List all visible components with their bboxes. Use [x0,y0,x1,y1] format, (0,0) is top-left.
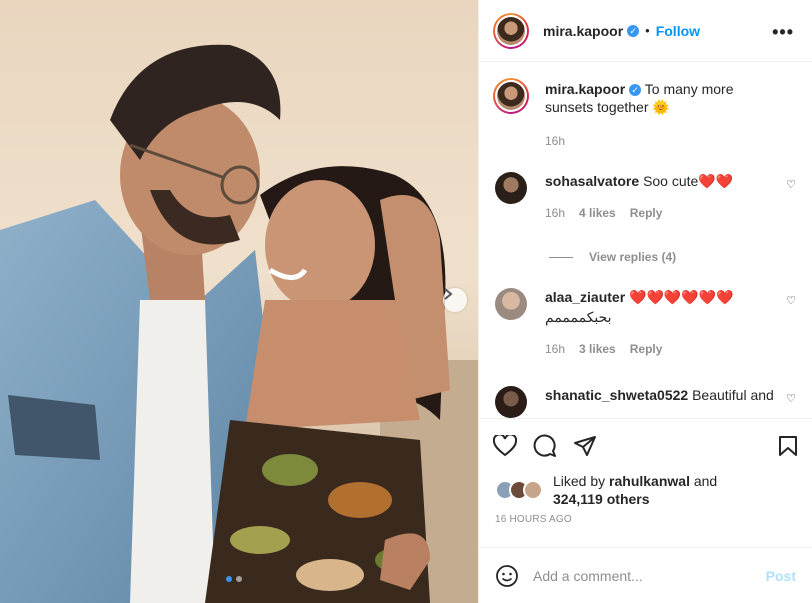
carousel-dot-active [226,576,232,582]
comment-username[interactable]: alaa_ziauter [545,289,625,305]
like-comment-heart-icon[interactable]: ♡ [786,392,796,405]
comment-likes[interactable]: 3 likes [579,340,616,358]
heart-emojis: ❤️❤️ [698,173,734,189]
commenter-avatar[interactable] [495,288,527,320]
comment-item: alaa_ziauter ❤️❤️❤️❤️❤️❤️ بحبكممممم 16h … [495,288,796,358]
bookmark-icon[interactable] [778,435,798,457]
share-paper-plane-icon[interactable] [573,435,597,457]
heart-emojis: ❤️❤️❤️❤️❤️❤️ [629,289,734,305]
commenter-avatar[interactable] [495,172,527,204]
add-comment-bar: Add a comment... Post [479,547,812,603]
comment-time: 16h [545,206,566,220]
comment-text: Soo cute [643,173,699,189]
caption-username[interactable]: mira.kapoor [545,81,625,97]
comment-likes[interactable]: 4 likes [579,204,616,222]
reply-button[interactable]: Reply [630,204,663,222]
carousel-dots [226,576,242,582]
view-replies-label: View replies (4) [589,250,677,264]
liked-by-row[interactable]: Liked by rahulkanwal and 324,119 others [479,472,812,508]
comment-item: sohasalvatore Soo cute❤️❤️ 16h 4 likes R… [495,172,796,222]
verified-badge-icon: ✓ [629,84,642,97]
like-comment-heart-icon[interactable]: ♡ [786,294,796,307]
like-heart-icon[interactable] [493,434,517,457]
comment-username[interactable]: shanatic_shweta0522 [545,387,688,403]
liked-by-user[interactable]: rahulkanwal [609,473,690,489]
post-timestamp[interactable]: 16 HOURS AGO [479,514,812,525]
author-avatar[interactable] [493,12,529,49]
post-photo[interactable] [0,0,478,603]
next-slide-button[interactable] [443,288,467,312]
liked-by-and: and [693,473,718,489]
commenter-avatar[interactable] [495,386,527,418]
comment-time: 16h [545,342,566,356]
comment-text: بحبكممممم [545,309,612,325]
carousel-dot [236,576,242,582]
caption-row: mira.kapoor ✓ To many more sunsets togeth… [493,78,796,150]
like-comment-heart-icon[interactable]: ♡ [786,178,796,191]
couple-photo-illustration [0,0,478,603]
liker-avatar [523,480,543,500]
caption-author-avatar[interactable] [493,78,529,114]
comments-list[interactable]: mira.kapoor ✓ To many more sunsets togeth… [479,62,812,418]
post-header: mira.kapoor ✓ • Follow ••• [479,0,812,62]
verified-badge-icon: ✓ [627,24,640,37]
more-options-icon[interactable]: ••• [772,22,794,43]
separator-dot: • [645,23,650,38]
view-replies-button[interactable]: View replies (4) [549,250,796,264]
author-username[interactable]: mira.kapoor [543,23,623,39]
caption-time: 16h [545,134,566,148]
replies-line [549,256,573,258]
comment-username[interactable]: sohasalvatore [545,173,639,189]
comment-item: shanatic_shweta0522 Beautiful and ♡ [495,386,796,418]
reply-button[interactable]: Reply [630,340,663,358]
follow-button[interactable]: Follow [656,23,700,39]
comment-text: Beautiful and [692,387,774,403]
liker-avatars [495,480,543,500]
action-bar [479,418,812,472]
chevron-right-icon [444,288,453,300]
liked-by-prefix: Liked by [553,473,606,489]
post-comment-button[interactable]: Post [766,568,796,584]
sun-emoji: 🌞 [652,99,670,115]
emoji-smiley-icon[interactable] [495,564,519,588]
liked-by-others[interactable]: 324,119 others [553,491,650,507]
comment-input[interactable]: Add a comment... [533,568,766,584]
comment-bubble-icon[interactable] [533,434,557,458]
instagram-post-view: mira.kapoor ✓ • Follow ••• mira.kapoor ✓ … [0,0,812,603]
post-sidebar: mira.kapoor ✓ • Follow ••• mira.kapoor ✓ … [478,0,812,603]
